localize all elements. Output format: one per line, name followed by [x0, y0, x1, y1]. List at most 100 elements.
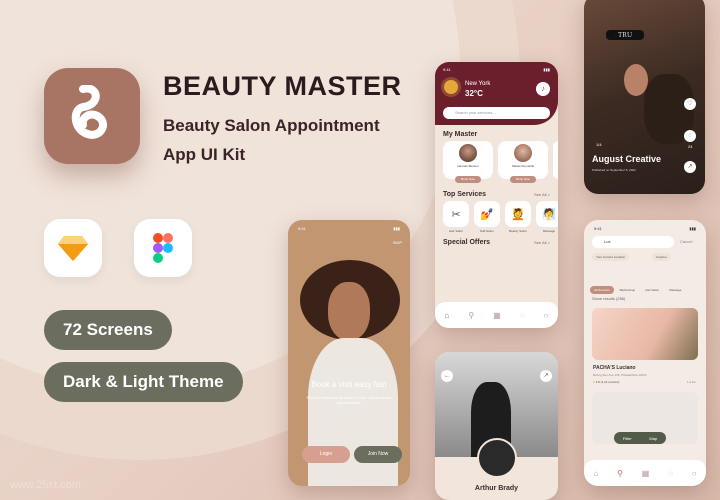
share-icon[interactable]: ↗ — [540, 370, 552, 382]
feed-subtitle: Published on September 5, 2022 — [592, 168, 636, 172]
service-label: Hair Salon — [448, 229, 463, 233]
app-logo — [44, 68, 140, 164]
massage-icon: 🧖 — [536, 201, 558, 227]
avatar — [459, 144, 477, 162]
review-count: (1.2k reviews) — [600, 380, 620, 384]
home-icon[interactable]: ⌂ — [593, 469, 598, 478]
comment-icon[interactable]: ◌ — [684, 130, 696, 142]
comment-count: 24 — [688, 144, 693, 149]
home-screen: 9:41 ▮▮▮ New York 32°C ♪ Search your serv… — [435, 62, 558, 328]
service-item[interactable]: 💅 Nail Salon — [474, 201, 500, 233]
beauty-icon: 💆 — [505, 201, 531, 227]
chip-massage[interactable]: Massage — [665, 286, 685, 294]
result-image[interactable] — [592, 308, 698, 360]
cancel-button[interactable]: Cancel — [680, 239, 692, 244]
feed-screen: TRU ♡ ◌ 24 ↗ 1/4 August Creative Publish… — [584, 0, 705, 194]
service-label: Nail Salon — [480, 229, 494, 233]
home-icon[interactable]: ⌂ — [445, 311, 450, 320]
result-rating: ● 4.8 (1.2k reviews) — [593, 380, 620, 384]
service-label: Beauty Salon — [509, 229, 527, 233]
like-icon[interactable]: ♡ — [684, 98, 696, 110]
result-title[interactable]: PACHA'S Luciano — [593, 365, 636, 371]
profile-icon[interactable]: ○ — [544, 311, 549, 320]
onboarding-headline: Book a visit easy fast — [311, 380, 387, 389]
calendar-icon[interactable]: ▦ — [493, 311, 501, 320]
service-label: Massage — [542, 229, 556, 233]
feed-title: August Creative — [592, 154, 662, 164]
master-name: Hannah Benson — [457, 164, 479, 168]
search-icon[interactable]: ⚲ — [617, 469, 623, 478]
profile-name: Arthur Brady — [474, 485, 519, 492]
back-icon[interactable]: ← — [441, 370, 453, 382]
status-icons: ▮▮▮ — [689, 226, 696, 231]
figma-tile — [134, 219, 192, 277]
status-time: 9:41 — [443, 67, 451, 72]
watermark: www.25xt.com — [10, 479, 81, 491]
book-now-button[interactable]: Book Now — [455, 176, 481, 183]
home-header: 9:41 ▮▮▮ New York 32°C ♪ Search your serv… — [435, 62, 558, 125]
master-card[interactable]: Maisie Reynolds Book Now — [498, 141, 548, 183]
city-label: New York — [465, 81, 491, 87]
b-logo-icon — [71, 85, 107, 139]
login-button[interactable]: Login — [302, 446, 350, 463]
razor: TRU — [606, 30, 644, 40]
onboarding-screen: 9:41 ▮▮▮ SKIP Book a visit easy fast Find… — [288, 220, 410, 486]
scissors-icon: ✂ — [443, 201, 469, 227]
chip-barbershop[interactable]: Barbershop — [616, 286, 640, 294]
face-image — [328, 282, 370, 340]
profile-avatar — [477, 438, 517, 478]
skip-button[interactable]: SKIP — [393, 240, 402, 245]
status-icons: ▮▮▮ — [543, 67, 550, 72]
sketch-tile — [44, 219, 102, 277]
top-services-title: Top Services — [443, 191, 487, 198]
profile-icon[interactable]: ○ — [692, 469, 697, 478]
result-address: Boring Sun Ave 145, Philadelphia 19115 — [593, 373, 647, 377]
my-master-title: My Master — [443, 131, 478, 138]
sun-icon — [444, 80, 458, 94]
screens-badge: 72 Screens — [44, 310, 172, 350]
master-name: Maisie Reynolds — [511, 164, 534, 168]
see-all-services[interactable]: See All > — [534, 192, 550, 197]
search-icon[interactable]: ⚲ — [468, 311, 474, 320]
time-filter[interactable]: Anytime — [652, 253, 671, 261]
sketch-icon — [58, 236, 88, 261]
theme-badge: Dark & Light Theme — [44, 362, 243, 402]
search-input[interactable]: Search your services... — [443, 107, 550, 119]
calendar-icon[interactable]: ▦ — [642, 469, 650, 478]
page-counter: 1/4 — [596, 142, 602, 147]
chip-all[interactable]: All Services — [590, 286, 614, 294]
avatar — [514, 144, 532, 162]
brand-subtitle-1: Beauty Salon Appointment — [163, 116, 380, 135]
master-card[interactable]: Hannah Benson Book Now — [443, 141, 493, 183]
chat-icon[interactable]: ◌ — [668, 469, 673, 478]
brand-subtitle-2: App UI Kit — [163, 145, 246, 164]
status-time: 9:41 — [594, 226, 602, 231]
nail-icon: 💅 — [474, 201, 500, 227]
join-now-button[interactable]: Join Now — [354, 446, 402, 463]
chat-icon[interactable]: ◌ — [520, 311, 525, 320]
search-input[interactable]: Lux — [592, 236, 674, 248]
filter-button[interactable]: Filter — [623, 436, 632, 441]
bottom-nav: ⌂ ⚲ ▦ ◌ ○ — [584, 460, 706, 486]
temperature: 32°C — [465, 89, 483, 98]
rating-value: 4.8 — [595, 380, 600, 384]
notification-bell-icon[interactable]: ♪ — [536, 82, 550, 96]
results-count: Show results (256) — [592, 296, 626, 301]
map-button[interactable]: Map — [649, 436, 657, 441]
dress-image — [308, 338, 398, 486]
figma-icon — [153, 233, 173, 263]
service-item[interactable]: 🧖 Massage — [536, 201, 558, 233]
book-now-button[interactable]: Book Now — [510, 176, 536, 183]
service-item[interactable]: 💆 Beauty Salon — [505, 201, 531, 233]
see-all-offers[interactable]: See All > — [534, 240, 550, 245]
master-card[interactable] — [553, 141, 558, 179]
filter-map-toggle: Filter Map — [614, 432, 666, 444]
share-icon[interactable]: ↗ — [684, 161, 696, 173]
bottom-nav: ⌂ ⚲ ▦ ◌ ○ — [435, 302, 558, 328]
status-time: 9:41 — [298, 226, 306, 231]
special-offers-title: Special Offers — [443, 239, 491, 246]
location-filter[interactable]: Your Current Location — [592, 253, 630, 261]
chip-hair-salon[interactable]: Hair Salon — [641, 286, 663, 294]
brand-title: BEAUTY MASTER — [163, 71, 402, 101]
service-item[interactable]: ✂ Hair Salon — [443, 201, 469, 233]
